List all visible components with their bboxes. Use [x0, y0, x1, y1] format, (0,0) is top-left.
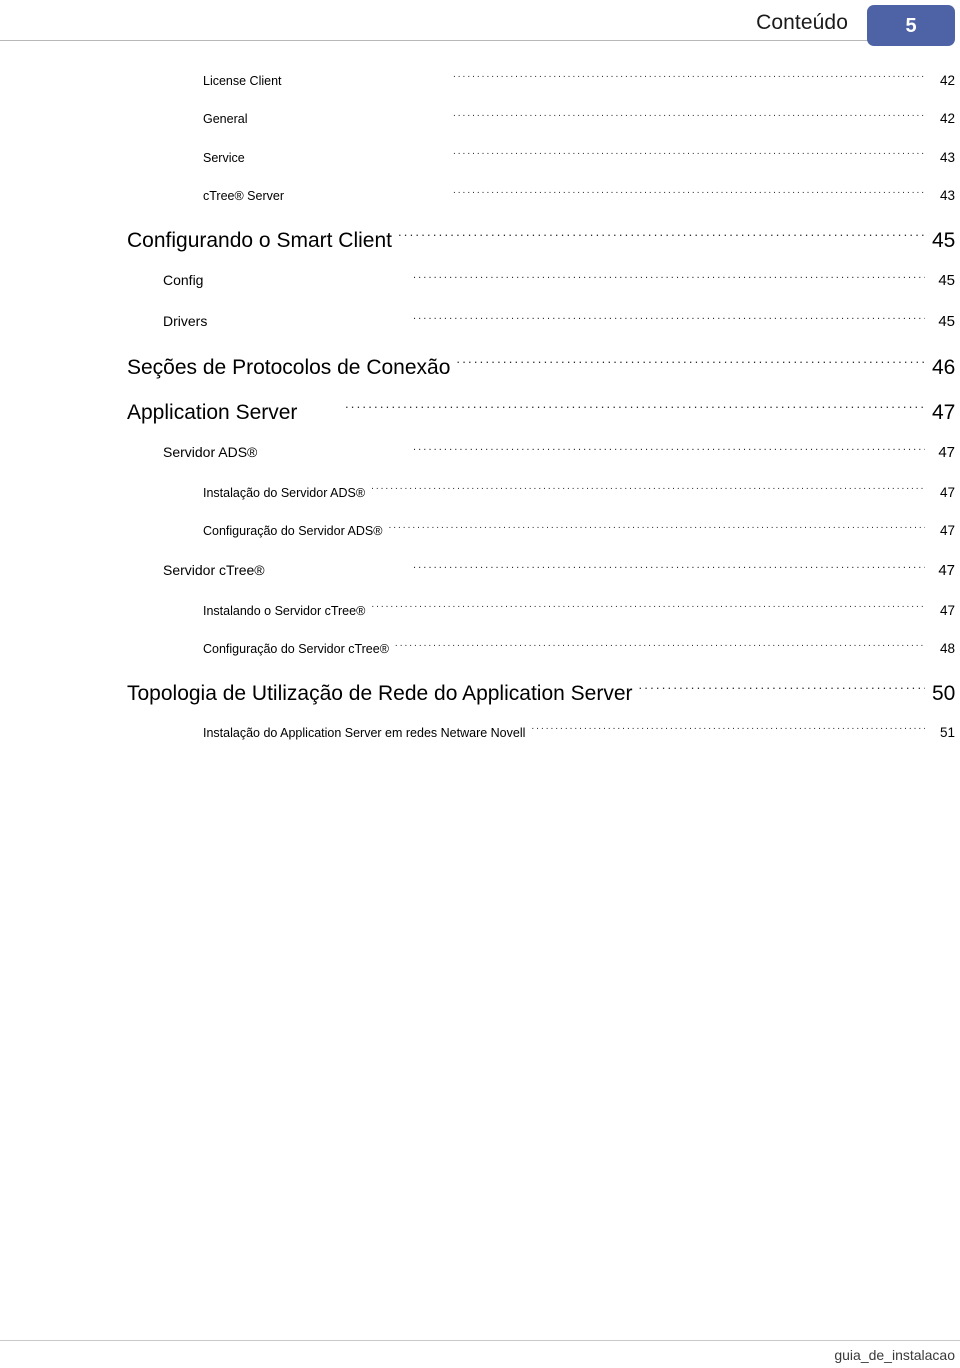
- table-of-contents: License Client42General42Service43cTree®…: [0, 72, 960, 763]
- toc-entry-label: Application Server: [127, 401, 298, 424]
- toc-entry-label: Configuração do Servidor cTree®: [203, 642, 389, 656]
- toc-entry-label: Seções de Protocolos de Conexão: [127, 356, 451, 379]
- toc-entry[interactable]: General 42: [0, 111, 960, 128]
- toc-entry-page-number: 47: [938, 444, 955, 461]
- page-header: Conteúdo 5: [0, 0, 960, 52]
- toc-entry-label: Instalação do Servidor ADS®: [203, 485, 366, 500]
- toc-entry[interactable]: Config 45: [0, 271, 960, 290]
- toc-entry-page-number: 48: [939, 641, 955, 656]
- toc-entry[interactable]: Seções de Protocolos de Conexão 46: [0, 353, 960, 381]
- toc-entry-page-number: 47: [939, 523, 955, 538]
- toc-entry[interactable]: License Client 42: [0, 72, 960, 89]
- toc-entry[interactable]: Topologia de Utilização de Rede do Appli…: [0, 679, 960, 707]
- toc-leader-dots: [453, 72, 925, 85]
- toc-entry-label: Config: [163, 272, 204, 288]
- toc-leader-dots: [531, 724, 925, 737]
- toc-entry-page-number: 46: [932, 356, 956, 379]
- toc-entry-label: Instalando o Servidor cTree®: [203, 603, 366, 618]
- toc-entry-page-number: 45: [932, 229, 956, 252]
- toc-entry-label: General: [203, 112, 248, 126]
- toc-entry-page-number: 45: [938, 313, 955, 330]
- toc-entry[interactable]: Configuração do Servidor cTree® 48: [0, 641, 960, 658]
- toc-entry-label: Topologia de Utilização de Rede do Appli…: [127, 682, 633, 705]
- page-number-badge: 5: [867, 5, 955, 46]
- toc-entry-page-number: 43: [939, 149, 955, 165]
- toc-entry[interactable]: Instalando o Servidor cTree® 47: [0, 602, 960, 619]
- toc-entry-page-number: 47: [939, 602, 955, 618]
- toc-leader-dots: [413, 561, 925, 575]
- toc-leader-dots: [395, 641, 925, 654]
- toc-leader-dots: [345, 398, 925, 419]
- toc-entry-label: Servidor ADS®: [163, 444, 258, 460]
- header-divider: [0, 40, 872, 41]
- toc-entry-page-number: 47: [932, 401, 956, 424]
- toc-leader-dots: [413, 443, 925, 457]
- page-number-badge-label: 5: [905, 14, 917, 37]
- toc-entry[interactable]: Configurando o Smart Client 45: [0, 226, 960, 254]
- toc-entry-label: Service: [203, 150, 245, 165]
- toc-entry[interactable]: Instalação do Application Server em rede…: [0, 724, 960, 741]
- toc-entry-page-number: 43: [939, 188, 955, 203]
- toc-entry[interactable]: Servidor ADS® 47: [0, 443, 960, 462]
- toc-entry-label: Configurando o Smart Client: [127, 229, 392, 252]
- toc-leader-dots: [398, 226, 925, 247]
- toc-entry[interactable]: Drivers 45: [0, 312, 960, 331]
- footer-document-name: guia_de_instalacao: [834, 1347, 955, 1363]
- footer-divider: [0, 1340, 960, 1341]
- toc-entry-page-number: 51: [939, 724, 955, 740]
- toc-entry[interactable]: Instalação do Servidor ADS® 47: [0, 484, 960, 501]
- toc-entry-page-number: 42: [939, 72, 955, 88]
- toc-leader-dots: [456, 353, 925, 374]
- toc-entry[interactable]: Application Server 47: [0, 398, 960, 426]
- toc-leader-dots: [453, 149, 925, 162]
- toc-entry-page-number: 50: [932, 682, 956, 705]
- toc-leader-dots: [453, 188, 925, 201]
- toc-entry-label: Configuração do Servidor ADS®: [203, 524, 383, 538]
- toc-entry-label: Drivers: [163, 313, 208, 329]
- toc-leader-dots: [371, 484, 925, 497]
- toc-entry[interactable]: cTree® Server 43: [0, 188, 960, 205]
- toc-entry[interactable]: Servidor cTree® 47: [0, 561, 960, 580]
- toc-entry-label: cTree® Server: [203, 189, 284, 203]
- toc-leader-dots: [388, 523, 925, 536]
- toc-entry-label: Instalação do Application Server em rede…: [203, 725, 526, 740]
- toc-leader-dots: [413, 271, 925, 285]
- toc-entry-page-number: 47: [939, 484, 955, 500]
- page-footer: guia_de_instalacao: [0, 1332, 960, 1368]
- toc-entry-label: Servidor cTree®: [163, 562, 265, 578]
- toc-entry-page-number: 47: [938, 562, 955, 579]
- toc-leader-dots: [371, 602, 925, 615]
- page-title: Conteúdo: [756, 11, 848, 34]
- toc-leader-dots: [413, 312, 925, 326]
- toc-entry-page-number: 42: [939, 111, 955, 126]
- toc-entry-label: License Client: [203, 73, 282, 88]
- toc-leader-dots: [639, 679, 926, 700]
- toc-entry-page-number: 45: [938, 272, 955, 289]
- toc-entry[interactable]: Configuração do Servidor ADS® 47: [0, 523, 960, 540]
- toc-leader-dots: [453, 111, 925, 124]
- toc-entry[interactable]: Service 43: [0, 149, 960, 166]
